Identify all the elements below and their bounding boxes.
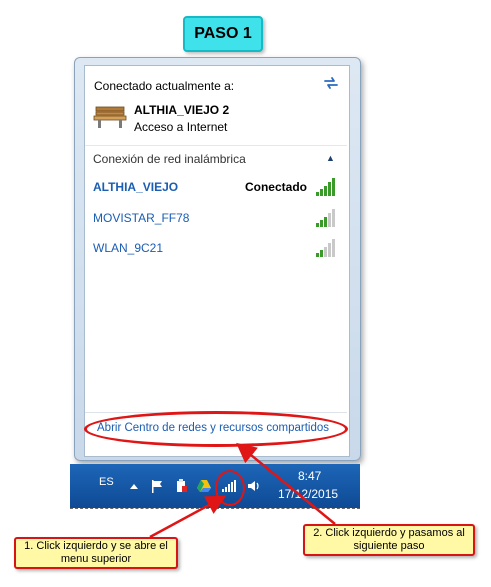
signal-bars-icon (316, 209, 335, 227)
clock-time[interactable]: 8:47 (298, 469, 321, 483)
instruction-note-1: 1. Click izquierdo y se abre el menu sup… (14, 537, 178, 569)
drive-icon[interactable] (196, 478, 212, 494)
instruction-note-2: 2. Click izquierdo y pasamos al siguient… (303, 524, 475, 556)
network-ssid: WLAN_9C21 (93, 241, 164, 255)
connected-label: Conectado actualmente a: (94, 79, 235, 93)
wireless-section-title[interactable]: Conexión de red inalámbrica (93, 152, 246, 166)
highlight-ellipse (84, 411, 348, 447)
network-row-movistar[interactable]: MOVISTAR_FF78 (85, 208, 347, 230)
highlight-circle (215, 470, 245, 506)
clock-date[interactable]: 17/12/2015 (278, 487, 338, 501)
network-row-althia[interactable]: ALTHIA_VIEJO Conectado (85, 177, 347, 199)
current-network-status: Acceso a Internet (134, 120, 228, 134)
chevron-up-icon[interactable]: ▲ (326, 153, 335, 163)
flag-icon[interactable] (149, 478, 165, 494)
language-indicator[interactable]: ES (99, 476, 114, 488)
current-network-name: ALTHIA_VIEJO 2 (134, 103, 230, 117)
signal-bars-icon (316, 178, 335, 196)
speaker-icon[interactable] (246, 478, 262, 494)
network-ssid: MOVISTAR_FF78 (93, 211, 190, 225)
device-icon[interactable] (173, 478, 189, 494)
refresh-icon[interactable] (322, 75, 340, 91)
network-ssid: ALTHIA_VIEJO (93, 180, 179, 194)
signal-bars-icon (316, 239, 335, 257)
network-row-wlan[interactable]: WLAN_9C21 (85, 238, 347, 260)
section-divider (85, 145, 347, 146)
bench-icon (93, 106, 127, 128)
step-badge: PASO 1 (183, 16, 263, 52)
network-state: Conectado (244, 180, 307, 194)
triangle-up-icon[interactable] (126, 478, 142, 494)
dashed-guide (70, 508, 360, 509)
